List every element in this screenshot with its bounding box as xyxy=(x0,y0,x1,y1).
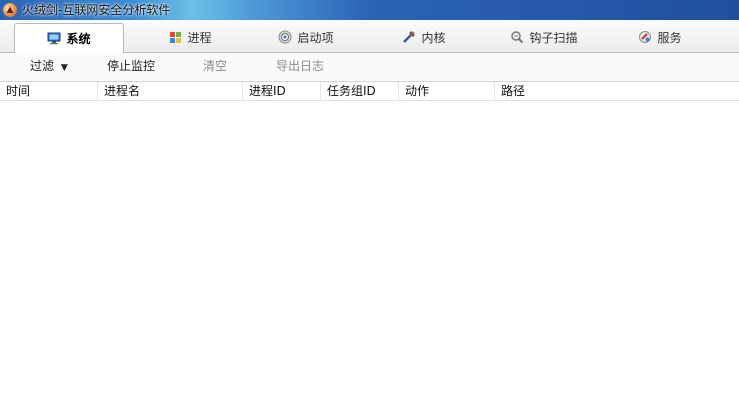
main-tab-bar: 系统 进程 启动项 内核 钩子扫描 服务 xyxy=(0,20,739,54)
tab-hook-scan[interactable]: 钩子扫描 xyxy=(498,23,590,51)
column-header-process-name[interactable]: 进程名 xyxy=(98,82,243,100)
tab-service-label: 服务 xyxy=(657,30,682,45)
filter-button[interactable]: 过滤 ▼ xyxy=(30,53,68,81)
tab-startup[interactable]: 启动项 xyxy=(262,23,350,51)
column-header-process-id[interactable]: 进程ID xyxy=(243,82,321,100)
tab-kernel-label: 内核 xyxy=(421,30,446,45)
title-bar: ▲ 火绒剑-互联网安全分析软件 xyxy=(0,0,739,20)
column-header-time[interactable]: 时间 xyxy=(0,82,98,100)
windows-icon xyxy=(168,30,182,44)
tab-process[interactable]: 进程 xyxy=(150,23,230,51)
app-flame-icon: ▲ xyxy=(3,3,17,17)
service-icon xyxy=(638,30,652,44)
hook-icon xyxy=(510,30,524,44)
table-header: 时间 进程名 进程ID 任务组ID 动作 路径 xyxy=(0,82,739,101)
tab-process-label: 进程 xyxy=(187,30,212,45)
chevron-down-icon: ▼ xyxy=(60,63,68,73)
event-list[interactable] xyxy=(0,101,739,400)
stop-monitor-button[interactable]: 停止监控 xyxy=(107,53,155,81)
tab-hook-scan-label: 钩子扫描 xyxy=(529,30,578,45)
export-log-button[interactable]: 导出日志 xyxy=(276,53,324,81)
window-title: 火绒剑-互联网安全分析软件 xyxy=(22,3,171,17)
tools-icon xyxy=(402,30,416,44)
tab-kernel[interactable]: 内核 xyxy=(388,23,460,51)
tab-service[interactable]: 服务 xyxy=(624,23,696,51)
toolbar: 过滤 ▼ 停止监控 清空 导出日志 xyxy=(0,53,739,82)
column-header-action[interactable]: 动作 xyxy=(399,82,495,100)
gear-icon xyxy=(278,30,292,44)
column-header-path[interactable]: 路径 xyxy=(495,82,739,100)
monitor-icon xyxy=(47,32,61,46)
filter-button-label: 过滤 xyxy=(30,59,55,73)
column-header-task-group-id[interactable]: 任务组ID xyxy=(321,82,399,100)
clear-button[interactable]: 清空 xyxy=(203,53,227,81)
tab-system-label: 系统 xyxy=(66,32,91,46)
tab-startup-label: 启动项 xyxy=(297,30,334,45)
tab-system[interactable]: 系统 xyxy=(14,23,124,54)
